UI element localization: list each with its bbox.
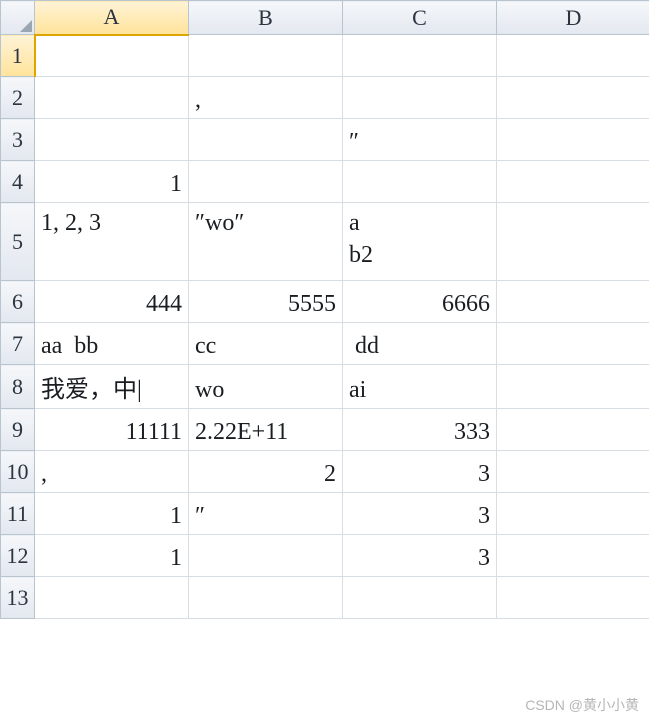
cell-C5[interactable]: a b2 — [343, 203, 497, 281]
cell-B1[interactable] — [189, 35, 343, 77]
grid-row: 2, — [1, 77, 649, 119]
cell-B5[interactable]: ″wo″ — [189, 203, 343, 281]
select-all-corner[interactable] — [1, 1, 35, 35]
cell-A7[interactable]: aa bb — [35, 323, 189, 365]
cell-D11[interactable] — [497, 493, 649, 535]
cell-A10[interactable]: , — [35, 451, 189, 493]
cell-C3[interactable]: ″ — [343, 119, 497, 161]
cell-B2[interactable]: , — [189, 77, 343, 119]
row-header-12[interactable]: 12 — [1, 535, 35, 577]
cell-D1[interactable] — [497, 35, 649, 77]
cell-C7[interactable]: dd — [343, 323, 497, 365]
cell-A2[interactable] — [35, 77, 189, 119]
cell-A5[interactable]: 1, 2, 3 — [35, 203, 189, 281]
row-header-13[interactable]: 13 — [1, 577, 35, 619]
grid-row: 111″3 — [1, 493, 649, 535]
row-header-2[interactable]: 2 — [1, 77, 35, 119]
cell-B13[interactable] — [189, 577, 343, 619]
cell-D8[interactable] — [497, 365, 649, 409]
cell-A12[interactable]: 1 — [35, 535, 189, 577]
cell-B11[interactable]: ″ — [189, 493, 343, 535]
row-header-1[interactable]: 1 — [1, 35, 35, 77]
cell-C11[interactable]: 3 — [343, 493, 497, 535]
row-header-7[interactable]: 7 — [1, 323, 35, 365]
cell-B3[interactable] — [189, 119, 343, 161]
cell-D6[interactable] — [497, 281, 649, 323]
grid-row: 3″ — [1, 119, 649, 161]
grid-row: 10,23 — [1, 451, 649, 493]
cell-A11[interactable]: 1 — [35, 493, 189, 535]
cell-A4[interactable]: 1 — [35, 161, 189, 203]
cell-B6[interactable]: 5555 — [189, 281, 343, 323]
cell-D3[interactable] — [497, 119, 649, 161]
cell-C12[interactable]: 3 — [343, 535, 497, 577]
row-header-5[interactable]: 5 — [1, 203, 35, 281]
cell-B12[interactable] — [189, 535, 343, 577]
cell-D4[interactable] — [497, 161, 649, 203]
cell-C2[interactable] — [343, 77, 497, 119]
cell-B4[interactable] — [189, 161, 343, 203]
cell-C8[interactable]: ai — [343, 365, 497, 409]
row-header-9[interactable]: 9 — [1, 409, 35, 451]
row-header-11[interactable]: 11 — [1, 493, 35, 535]
row-header-8[interactable]: 8 — [1, 365, 35, 409]
cell-C13[interactable] — [343, 577, 497, 619]
cell-A8[interactable]: 我爱，中| — [35, 365, 189, 409]
spreadsheet-grid: A B C D 12,3″4151, 2, 3″wo″a b2644455556… — [0, 0, 649, 619]
select-all-triangle-icon — [20, 20, 32, 32]
cell-A9[interactable]: 11111 — [35, 409, 189, 451]
cell-D7[interactable] — [497, 323, 649, 365]
cell-B7[interactable]: cc — [189, 323, 343, 365]
grid-row: 8我爱，中|woai — [1, 365, 649, 409]
watermark: CSDN @黄小小黄 — [525, 695, 639, 715]
col-header-B[interactable]: B — [189, 1, 343, 35]
col-header-D[interactable]: D — [497, 1, 649, 35]
cell-D2[interactable] — [497, 77, 649, 119]
grid-row: 7aa bbcc dd — [1, 323, 649, 365]
row-header-6[interactable]: 6 — [1, 281, 35, 323]
cell-A6[interactable]: 444 — [35, 281, 189, 323]
cell-C6[interactable]: 6666 — [343, 281, 497, 323]
cell-D10[interactable] — [497, 451, 649, 493]
cell-A3[interactable] — [35, 119, 189, 161]
cell-B9[interactable]: 2.22E+11 — [189, 409, 343, 451]
grid-row: 644455556666 — [1, 281, 649, 323]
cell-A13[interactable] — [35, 577, 189, 619]
cell-D5[interactable] — [497, 203, 649, 281]
col-header-A[interactable]: A — [35, 1, 189, 35]
cell-B8[interactable]: wo — [189, 365, 343, 409]
cell-C9[interactable]: 333 — [343, 409, 497, 451]
grid-row: 9111112.22E+11333 — [1, 409, 649, 451]
cell-D13[interactable] — [497, 577, 649, 619]
row-header-3[interactable]: 3 — [1, 119, 35, 161]
row-header-4[interactable]: 4 — [1, 161, 35, 203]
grid-row: 121 3 — [1, 535, 649, 577]
cell-D9[interactable] — [497, 409, 649, 451]
cell-D12[interactable] — [497, 535, 649, 577]
cell-C1[interactable] — [343, 35, 497, 77]
grid-row: 41 — [1, 161, 649, 203]
row-header-10[interactable]: 10 — [1, 451, 35, 493]
grid-row: 13 — [1, 577, 649, 619]
grid-row: 51, 2, 3″wo″a b2 — [1, 203, 649, 281]
col-header-C[interactable]: C — [343, 1, 497, 35]
grid-body: 12,3″4151, 2, 3″wo″a b26444555566667aa b… — [1, 35, 649, 619]
cell-A1[interactable] — [35, 35, 189, 77]
grid-row: 1 — [1, 35, 649, 77]
cell-B10[interactable]: 2 — [189, 451, 343, 493]
cell-C10[interactable]: 3 — [343, 451, 497, 493]
cell-C4[interactable] — [343, 161, 497, 203]
